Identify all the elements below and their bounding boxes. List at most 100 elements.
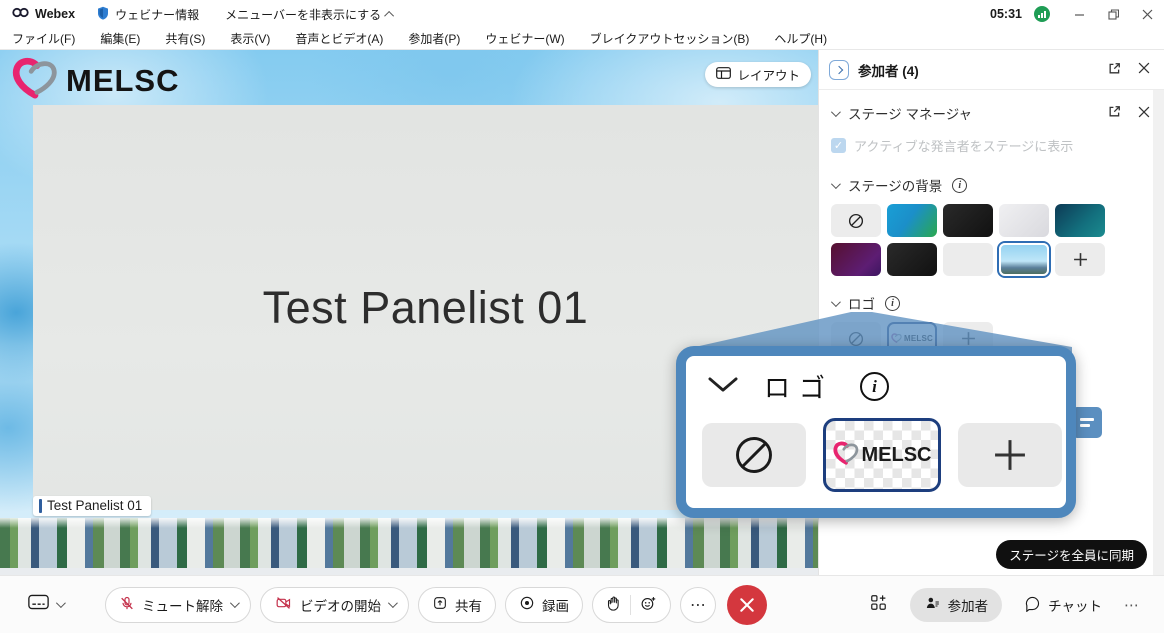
start-video-button[interactable]: ビデオの開始 [260,587,409,623]
background-tile[interactable] [999,204,1049,237]
window-titlebar: Webex ウェビナー情報 メニューバーを非表示にする 05:31 [0,0,1164,28]
raise-hand-icon[interactable] [606,595,621,615]
background-tile[interactable] [943,204,993,237]
meeting-toolbar: ミュート解除 ビデオの開始 共有 録画 ⋯ 参加者 チャット ⋯ [0,575,1164,633]
unmute-button[interactable]: ミュート解除 [105,587,251,623]
stage-preview-tag [1072,407,1102,438]
menu-share[interactable]: 共有(S) [165,30,205,47]
info-icon[interactable]: i [952,178,967,193]
webinar-info-button[interactable]: ウェビナー情報 [97,6,199,23]
share-button[interactable]: 共有 [418,587,496,623]
captions-icon [28,594,49,615]
chevron-down-icon[interactable] [831,107,841,117]
layout-icon [716,67,731,82]
active-speaker-checkbox[interactable]: ✓ [831,138,846,153]
city-skyline-background [0,518,818,568]
logo-section-title: ロゴ [848,293,875,313]
stage-background-thumbnails [831,204,1150,276]
share-label: 共有 [455,595,482,615]
close-section-icon[interactable] [1138,106,1150,121]
close-button[interactable] [1130,0,1164,28]
menu-participants[interactable]: 参加者(P) [408,30,460,47]
menubar: ファイル(F) 編集(E) 共有(S) 表示(V) 音声とビデオ(A) 参加者(… [0,28,1164,50]
chevron-down-icon[interactable] [831,179,841,189]
info-icon: i [860,372,889,401]
share-icon [432,595,448,614]
layout-button[interactable]: レイアウト [705,62,811,87]
menu-breakout[interactable]: ブレイクアウトセッション(B) [590,30,750,47]
background-tile[interactable] [887,204,937,237]
start-video-label: ビデオの開始 [300,595,381,615]
magnifier-header: ロゴ i [708,368,1066,405]
connection-quality-icon[interactable] [1034,6,1050,22]
participant-icon [924,595,941,614]
chat-label: チャット [1048,595,1102,615]
participants-toggle-button[interactable]: 参加者 [910,588,1003,622]
meeting-timer: 05:31 [990,7,1022,21]
background-city-tile-selected[interactable] [999,243,1049,276]
captions-button[interactable] [28,594,63,615]
menu-help[interactable]: ヘルプ(H) [774,30,827,47]
speaker-name-text: Test Panelist 01 [263,282,589,334]
audio-indicator-bar [39,499,42,513]
menu-view[interactable]: 表示(V) [230,30,270,47]
app-name: Webex [35,7,75,21]
divider [630,595,631,615]
menu-audio-video[interactable]: 音声とビデオ(A) [295,30,383,47]
leave-meeting-button[interactable] [727,585,767,625]
melsc-heart-icon [12,57,58,104]
close-panel-icon[interactable] [1138,62,1150,77]
restore-button[interactable] [1096,0,1130,28]
background-add-tile[interactable] [1055,243,1105,276]
background-none-tile[interactable] [831,204,881,237]
logo-tile-text: MELSC [904,334,933,343]
background-tile[interactable] [943,243,993,276]
stage-floor [0,568,818,575]
background-tile[interactable] [831,243,881,276]
magnifier-title: ロゴ [764,368,834,405]
chevron-right-icon [835,65,843,73]
stage-background-title: ステージの背景 [848,175,942,195]
popout-icon[interactable] [1108,62,1121,78]
popout-icon[interactable] [1108,105,1121,121]
background-tile[interactable] [1055,204,1105,237]
background-tile[interactable] [887,243,937,276]
chevron-up-icon [384,10,394,20]
magnifier-tiles: MELSC [702,418,1066,492]
menu-edit[interactable]: 編集(E) [100,30,140,47]
logo-melsc-tile-magnified: MELSC [823,418,941,492]
chevron-down-icon[interactable] [831,297,841,307]
menu-file[interactable]: ファイル(F) [12,30,75,47]
reactions-group [592,587,671,623]
record-label: 録画 [542,595,569,615]
apps-icon[interactable] [869,593,888,617]
unmute-label: ミュート解除 [142,595,223,615]
logo-tile-text-magnified: MELSC [862,444,932,467]
participants-toggle-label: 参加者 [948,595,989,615]
camera-off-icon [274,595,293,614]
melsc-heart-icon [833,441,859,470]
stage-manager-title: ステージ マネージャ [848,103,972,123]
reactions-smiley-icon[interactable] [640,595,657,615]
hide-menubar-label: メニューバーを非表示にする [225,6,381,23]
minimize-button[interactable] [1062,0,1096,28]
logo-section-header: ロゴ i [831,293,1150,313]
panel-expand-button[interactable] [829,60,849,80]
menu-webinar[interactable]: ウェビナー(W) [485,30,564,47]
active-speaker-option: ✓ アクティブな発言者をステージに表示 [831,136,1150,155]
logo-magnifier-popup: ロゴ i MELSC [676,346,1076,518]
chat-button[interactable]: チャット [1024,595,1102,615]
chevron-down-icon[interactable] [388,598,398,608]
main-area: MELSC レイアウト Test Panelist 01 Test Paneli… [0,50,1164,575]
participants-title: 参加者 (4) [858,60,919,80]
panel-scrollbar[interactable] [1153,90,1164,575]
webinar-info-label: ウェビナー情報 [115,6,199,23]
info-icon[interactable]: i [885,296,900,311]
more-panels-button[interactable]: ⋯ [1124,596,1140,614]
record-button[interactable]: 録画 [505,587,583,623]
active-speaker-label: アクティブな発言者をステージに表示 [854,136,1073,155]
sync-stage-button[interactable]: ステージを全員に同期 [996,540,1147,569]
hide-menubar-button[interactable]: メニューバーを非表示にする [225,6,394,23]
more-options-button[interactable]: ⋯ [680,587,716,623]
chevron-down-icon[interactable] [230,598,240,608]
